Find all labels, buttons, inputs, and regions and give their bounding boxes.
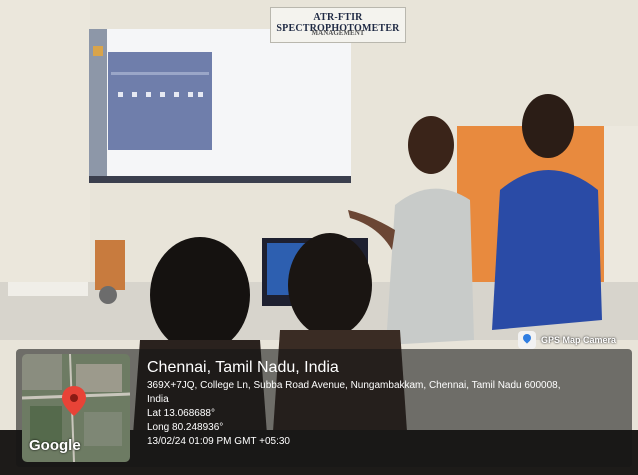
projected-toolbar-icon [93,46,103,56]
projected-dialog [108,52,212,150]
latitude-line: Lat 13.068688° [147,408,215,419]
wall-left [0,0,90,300]
gps-badge-label: GPS Map Camera [541,335,617,345]
person-blue-head [522,94,574,158]
person-grey-head [408,116,454,174]
country-line: India [147,394,169,405]
location-map-thumbnail: Google [22,354,130,462]
projected-dialog-tab [111,72,209,75]
gps-stamp-info: Chennai, Tamil Nadu, India 369X+7JQ, Col… [147,358,627,449]
location-title: Chennai, Tamil Nadu, India [147,359,339,376]
lab-sign-subtitle: MANAGEMENT [311,29,365,37]
audience-member-left [150,237,250,353]
wall-socket-strip [8,282,88,296]
projected-taskbar [89,176,351,183]
person-grey-shirt [386,188,474,345]
pressure-gauge [99,286,117,304]
person-blue-shirt [492,170,602,330]
audience-member-right [288,233,372,337]
longitude-line: Long 80.248936° [147,422,224,433]
gps-map-camera-badge: GPS Map Camera [518,330,626,350]
photo-stage: ATR-FTIR SPECTROPHOTOMETER MANAGEMENT GP… [0,0,638,475]
map-google-watermark: Google [29,437,81,454]
address-line: 369X+7JQ, College Ln, Subba Road Avenue,… [147,380,561,391]
datetime-line: 13/02/24 01:09 PM GMT +05:30 [147,436,290,447]
gps-map-camera-icon [518,331,536,349]
lab-sign: ATR-FTIR SPECTROPHOTOMETER MANAGEMENT [270,7,406,43]
lab-apparatus [95,240,125,290]
